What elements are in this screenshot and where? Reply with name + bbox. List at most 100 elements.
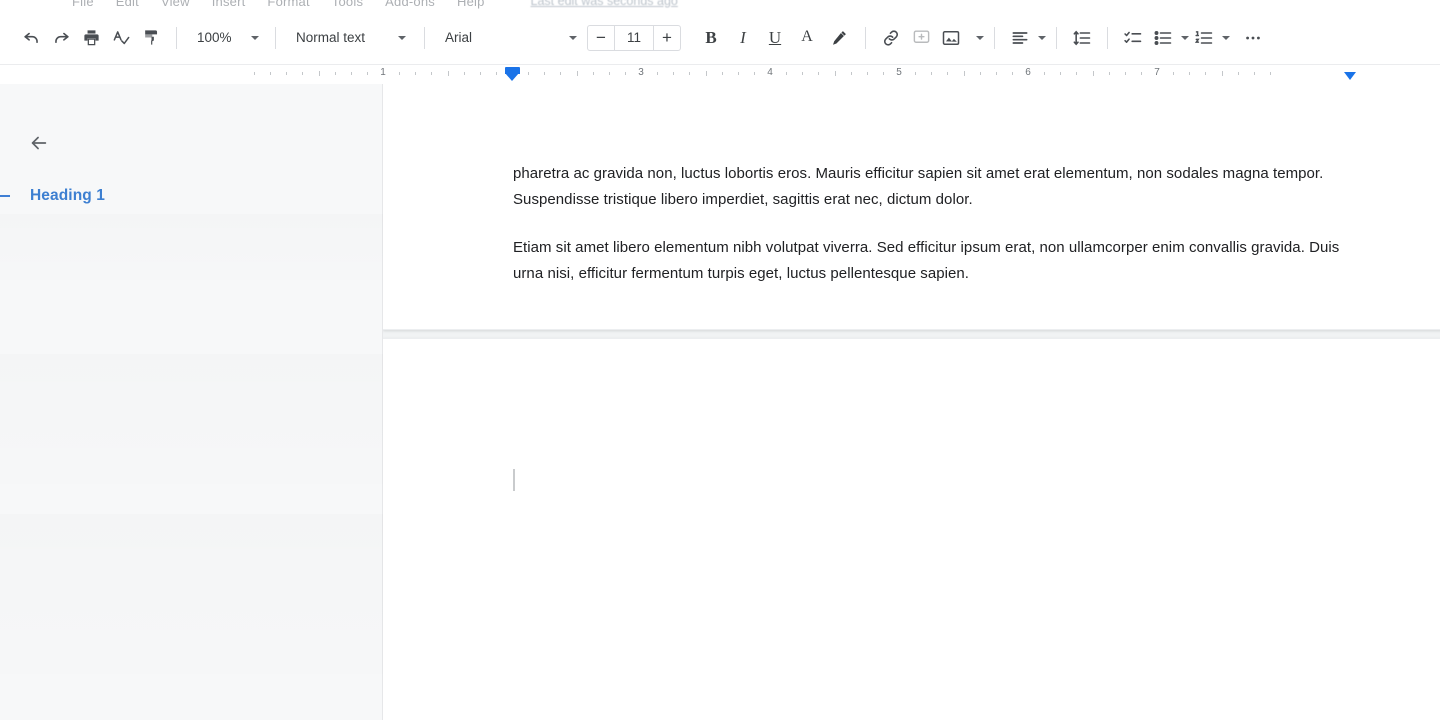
ruler-tick bbox=[1205, 72, 1207, 75]
menu-item-file[interactable]: File bbox=[72, 0, 94, 9]
outline-item-label: Heading 1 bbox=[30, 187, 105, 204]
ruler-tick bbox=[334, 72, 336, 75]
bulleted-list-dropdown[interactable] bbox=[1148, 23, 1189, 53]
ruler-tick bbox=[979, 72, 981, 75]
highlight-pen-icon[interactable] bbox=[823, 23, 855, 53]
toolbar-divider bbox=[424, 26, 425, 49]
ruler-tick bbox=[463, 72, 465, 75]
ruler-tick bbox=[1044, 72, 1046, 75]
ruler-tick bbox=[415, 72, 417, 75]
chevron-down-icon bbox=[1222, 35, 1230, 40]
ruler-tick bbox=[834, 71, 836, 76]
left-indent-marker[interactable] bbox=[505, 67, 520, 82]
numbered-list-icon[interactable] bbox=[1189, 23, 1219, 53]
chevron-down-icon bbox=[569, 35, 577, 40]
right-indent-marker[interactable] bbox=[1344, 72, 1357, 82]
menu-item-tools[interactable]: Tools bbox=[332, 0, 363, 9]
text-cursor bbox=[513, 469, 515, 491]
toolbar-divider bbox=[865, 26, 866, 49]
ruler-tick bbox=[254, 72, 255, 75]
menu-item-insert[interactable]: Insert bbox=[212, 0, 246, 9]
last-edit-link[interactable]: Last edit was seconds ago bbox=[531, 0, 678, 8]
document-canvas[interactable]: pharetra ac gravida non, luctus lobortis… bbox=[383, 84, 1440, 720]
line-spacing-icon[interactable] bbox=[1067, 23, 1097, 53]
zoom-dropdown[interactable]: 100% bbox=[187, 23, 265, 53]
ruler-tick bbox=[850, 72, 852, 75]
font-size-increase-button[interactable]: + bbox=[654, 26, 680, 50]
checklist-icon[interactable] bbox=[1118, 23, 1148, 53]
italic-button[interactable]: I bbox=[727, 23, 759, 53]
ruler-tick bbox=[302, 72, 304, 75]
menu-item-addons[interactable]: Add-ons bbox=[385, 0, 435, 9]
outline-artifact bbox=[0, 214, 383, 280]
bold-button[interactable]: B bbox=[695, 23, 727, 53]
ruler-tick bbox=[624, 72, 626, 75]
font-size-stepper[interactable]: − 11 + bbox=[587, 24, 681, 51]
toolbar-divider bbox=[1056, 26, 1057, 49]
ruler-tick bbox=[737, 72, 739, 75]
outline-bullet-dash-icon bbox=[0, 195, 10, 197]
align-dropdown[interactable] bbox=[1005, 23, 1046, 53]
ruler-tick bbox=[882, 72, 884, 75]
outline-item-heading-1[interactable]: Heading 1 bbox=[0, 183, 383, 209]
insert-link-icon[interactable] bbox=[876, 23, 906, 53]
undo-icon[interactable] bbox=[16, 23, 46, 53]
paint-format-icon[interactable] bbox=[136, 23, 166, 53]
text-color-button[interactable]: A bbox=[791, 23, 823, 53]
ruler-tick bbox=[1221, 71, 1223, 76]
paragraph-2[interactable]: Etiam sit amet libero elementum nibh vol… bbox=[513, 235, 1368, 287]
paragraph-style-dropdown[interactable]: Normal text bbox=[286, 23, 414, 53]
ruler-tick bbox=[753, 72, 755, 75]
font-size-value[interactable]: 11 bbox=[614, 25, 654, 50]
more-options-icon[interactable] bbox=[1238, 23, 1268, 53]
document-page-2[interactable] bbox=[383, 338, 1440, 720]
ruler-tick bbox=[1011, 72, 1013, 75]
ruler-tick bbox=[286, 72, 288, 75]
print-icon[interactable] bbox=[76, 23, 106, 53]
align-left-icon[interactable] bbox=[1005, 23, 1035, 53]
ruler-tick bbox=[560, 72, 562, 75]
text-color-letter: A bbox=[801, 28, 813, 46]
ruler[interactable]: 1234567 bbox=[0, 65, 1440, 84]
add-comment-icon[interactable] bbox=[906, 23, 936, 53]
ruler-tick bbox=[366, 72, 368, 75]
menu-item-edit[interactable]: Edit bbox=[116, 0, 139, 9]
underline-button[interactable]: U bbox=[759, 23, 791, 53]
ruler-tick bbox=[447, 71, 449, 76]
ruler-tick bbox=[1076, 72, 1078, 75]
font-family-dropdown[interactable]: Arial bbox=[435, 23, 583, 53]
ruler-tick bbox=[1269, 72, 1271, 75]
ruler-tick bbox=[1253, 72, 1255, 75]
toolbar: 100% Normal text Arial − 11 + B I U A bbox=[0, 11, 1440, 65]
menu-item-view[interactable]: View bbox=[161, 0, 190, 9]
document-page-1[interactable]: pharetra ac gravida non, luctus lobortis… bbox=[383, 84, 1440, 330]
menu-item-format[interactable]: Format bbox=[267, 0, 309, 9]
chevron-down-icon[interactable] bbox=[976, 35, 984, 40]
ruler-tick bbox=[350, 72, 352, 75]
ruler-tick bbox=[802, 72, 804, 75]
bulleted-list-icon[interactable] bbox=[1148, 23, 1178, 53]
ruler-tick bbox=[931, 72, 933, 75]
ruler-tick bbox=[1173, 72, 1175, 75]
ruler-tick bbox=[1092, 71, 1094, 76]
font-size-decrease-button[interactable]: − bbox=[588, 26, 614, 50]
spellcheck-icon[interactable] bbox=[106, 23, 136, 53]
docs-window: File Edit View Insert Format Tools Add-o… bbox=[0, 0, 1440, 720]
ruler-tick bbox=[705, 71, 707, 76]
insert-image-icon[interactable] bbox=[936, 23, 966, 53]
ruler-number: 6 bbox=[1025, 67, 1031, 78]
zoom-value: 100% bbox=[197, 30, 232, 45]
paragraph-1[interactable]: pharetra ac gravida non, luctus lobortis… bbox=[513, 161, 1368, 213]
ruler-tick bbox=[528, 72, 530, 75]
back-arrow-icon[interactable] bbox=[24, 128, 54, 158]
numbered-list-dropdown[interactable] bbox=[1189, 23, 1230, 53]
ruler-tick bbox=[318, 71, 320, 76]
menu-item-help[interactable]: Help bbox=[457, 0, 485, 9]
ruler-tick bbox=[915, 72, 917, 75]
ruler-tick bbox=[544, 72, 546, 75]
ruler-number: 4 bbox=[767, 67, 773, 78]
ruler-tick bbox=[995, 72, 997, 75]
ruler-number: 5 bbox=[896, 67, 902, 78]
redo-icon[interactable] bbox=[46, 23, 76, 53]
ruler-number: 7 bbox=[1154, 67, 1160, 78]
